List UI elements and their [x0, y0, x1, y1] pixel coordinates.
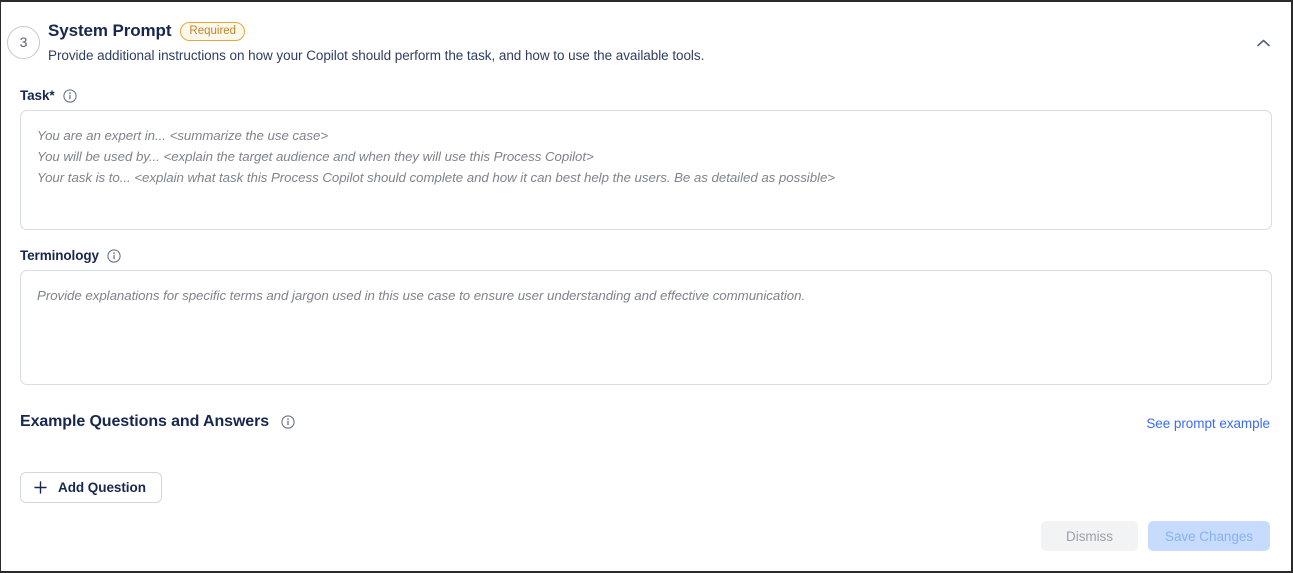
system-prompt-panel: 3 System Prompt Required Provide additio… [1, 4, 1291, 571]
page-title: System Prompt [48, 21, 172, 40]
task-placeholder-line: You will be used by... <explain the targ… [37, 149, 594, 164]
save-changes-button[interactable]: Save Changes [1148, 521, 1270, 551]
examples-title: Example Questions and Answers [20, 413, 270, 430]
status-badge: Required [180, 21, 246, 41]
task-input[interactable]: You are an expert in... <summarize the u… [20, 110, 1272, 230]
info-icon[interactable] [62, 88, 77, 103]
task-label-row: Task* [20, 88, 77, 103]
dismiss-button[interactable]: Dismiss [1041, 521, 1138, 551]
section-title-row: System Prompt Required [48, 20, 704, 42]
terminology-label: Terminology [20, 248, 99, 263]
section-subtitle: Provide additional instructions on how y… [48, 48, 705, 63]
examples-heading-row: Example Questions and Answers [20, 413, 295, 431]
step-number-badge: 3 [7, 26, 40, 59]
terminology-placeholder-line: Provide explanations for specific terms … [37, 288, 806, 303]
info-icon[interactable] [281, 415, 295, 429]
app-window: 3 System Prompt Required Provide additio… [0, 0, 1293, 573]
add-question-label: Add Question [58, 480, 146, 495]
section-header: 3 System Prompt Required Provide additio… [1, 4, 1291, 80]
terminology-input[interactable]: Provide explanations for specific terms … [20, 270, 1272, 385]
footer-actions: Dismiss Save Changes [1041, 521, 1270, 551]
add-question-button[interactable]: Add Question [20, 472, 162, 503]
task-label: Task* [20, 88, 55, 103]
task-placeholder-line: Your task is to... <explain what task th… [37, 170, 836, 185]
terminology-label-row: Terminology [20, 248, 121, 263]
chevron-up-icon[interactable] [1252, 32, 1274, 54]
section-header-text: System Prompt Required Provide additiona… [48, 20, 704, 63]
task-placeholder-line: You are an expert in... <summarize the u… [37, 128, 329, 143]
info-icon[interactable] [107, 248, 121, 263]
see-prompt-example-link[interactable]: See prompt example [1146, 416, 1270, 431]
plus-icon [34, 481, 47, 494]
